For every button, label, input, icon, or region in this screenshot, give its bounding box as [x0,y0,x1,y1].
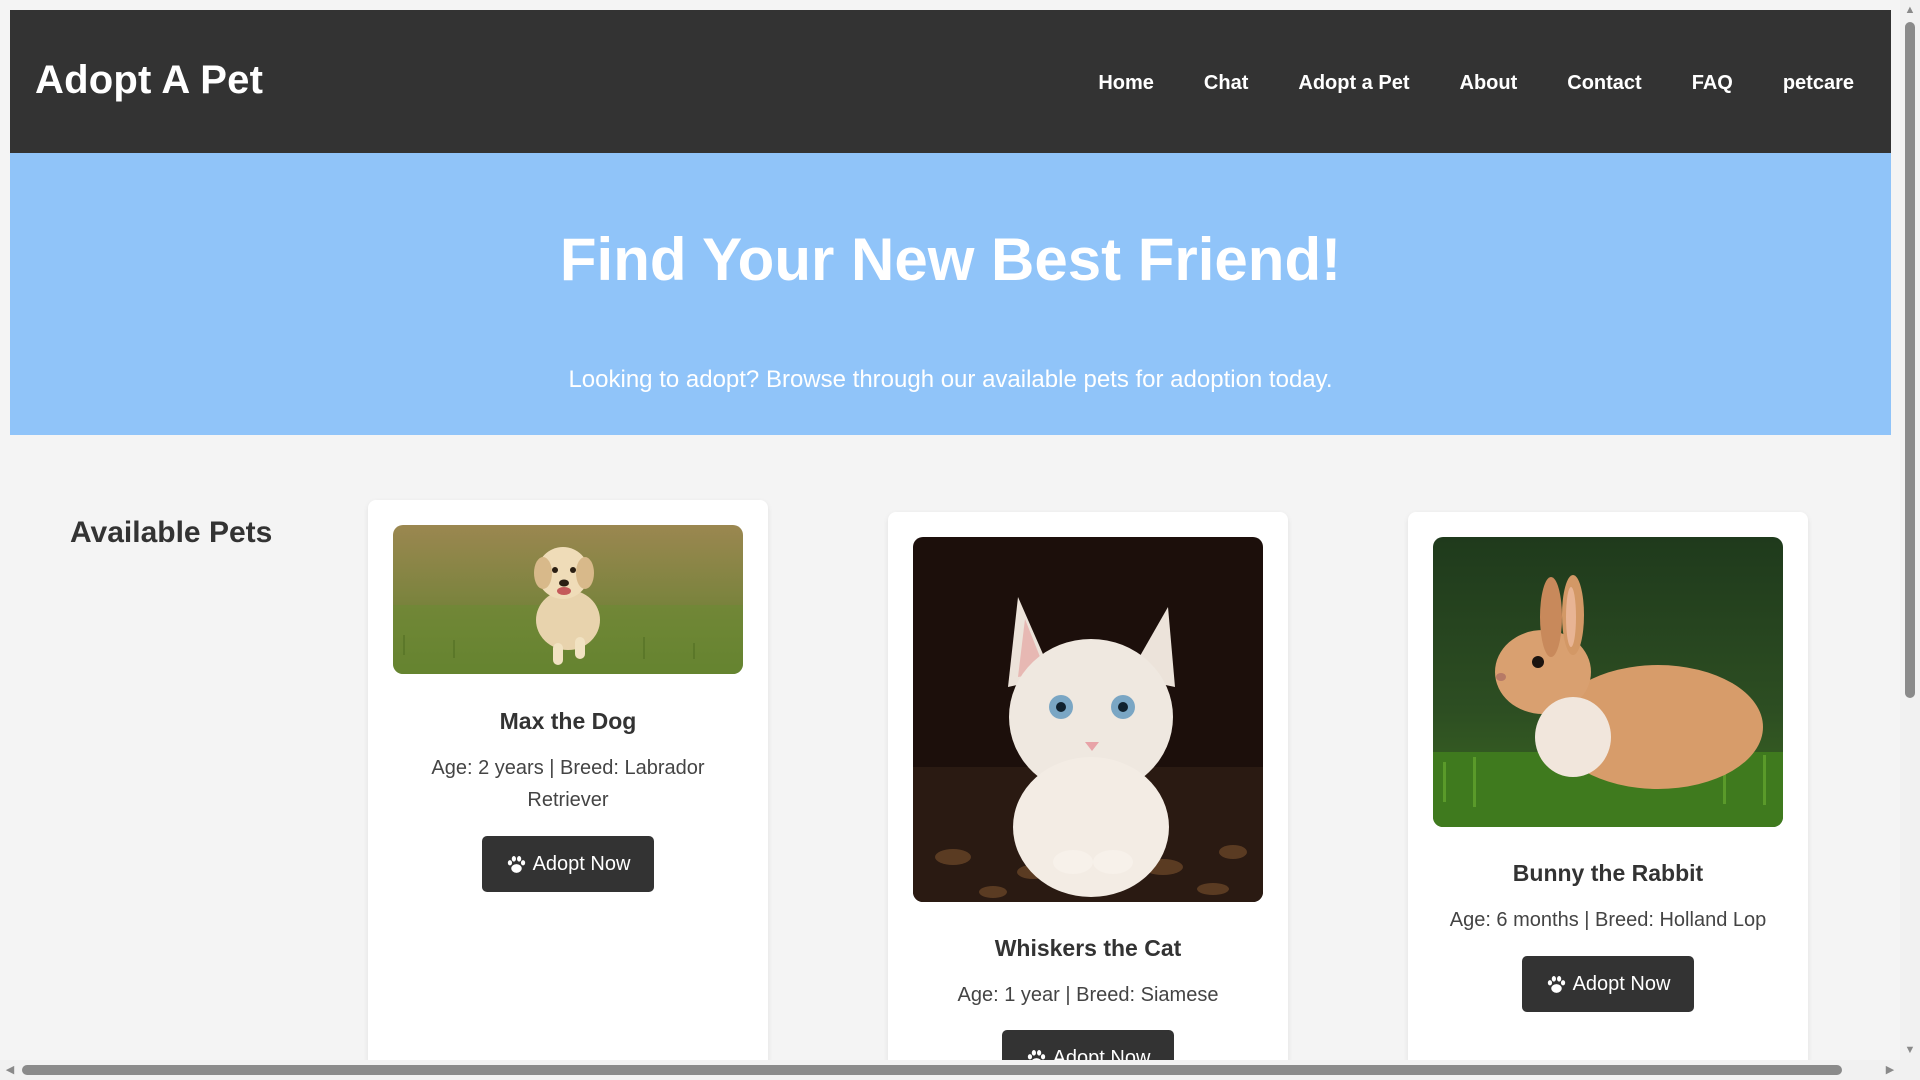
adopt-now-button[interactable]: Adopt Now [1522,956,1694,1012]
nav-petcare-link[interactable]: petcare [1783,72,1854,95]
paw-icon [507,855,525,873]
site-logo[interactable]: Adopt A Pet [35,58,263,103]
pet-name: Bunny the Rabbit [1512,860,1704,886]
scroll-right-arrow-icon[interactable]: ▶ [1884,1064,1896,1076]
nav-home-link[interactable]: Home [1098,72,1154,95]
vertical-scroll-thumb[interactable] [1905,22,1915,698]
paw-icon [1027,1049,1045,1060]
nav-chat-link[interactable]: Chat [1204,72,1248,95]
pet-name: Whiskers the Cat [994,935,1182,961]
pet-card-bunny: Bunny the Rabbit Age: 6 months | Breed: … [1408,512,1808,1060]
site-header: Adopt A Pet Home Chat Adopt a Pet About … [10,10,1891,153]
nav-contact-link[interactable]: Contact [1567,72,1641,95]
available-pets-heading: Available Pets [70,516,273,549]
adopt-now-label: Adopt Now [1052,1046,1151,1061]
rabbit-photo [1433,537,1783,827]
adopt-now-label: Adopt Now [532,852,631,875]
cat-photo [913,537,1263,902]
main-nav: Home Chat Adopt a Pet About Contact FAQ … [1048,72,1854,95]
scroll-up-arrow-icon[interactable]: ▲ [1904,4,1916,16]
pet-card-whiskers: Whiskers the Cat Age: 1 year | Breed: Si… [888,512,1288,1060]
scroll-left-arrow-icon[interactable]: ◀ [4,1064,16,1076]
hero-title: Find Your New Best Friend! [559,226,1342,293]
horizontal-scrollbar[interactable]: ◀ ▶ [0,1060,1900,1080]
pet-card-max: Max the Dog Age: 2 years | Breed: Labrad… [368,500,768,1060]
pet-name: Max the Dog [499,708,637,734]
nav-faq-link[interactable]: FAQ [1692,72,1733,95]
hero-subtitle: Looking to adopt? Browse through our ava… [568,366,1333,393]
scroll-down-arrow-icon[interactable]: ▼ [1904,1044,1916,1056]
browser-viewport: Adopt A Pet Home Chat Adopt a Pet About … [0,0,1900,1060]
adopt-now-label: Adopt Now [1572,972,1671,995]
pet-info: Age: 6 months | Breed: Holland Lop [1449,909,1767,931]
vertical-scrollbar[interactable]: ▲ ▼ [1900,0,1920,1080]
nav-about-link[interactable]: About [1460,72,1518,95]
hero-banner: Find Your New Best Friend! Looking to ad… [10,153,1891,435]
pet-info: Age: 2 years | Breed: Labrador Retriever [431,757,705,811]
pet-info: Age: 1 year | Breed: Siamese [957,984,1219,1006]
top-strip [0,0,1900,10]
horizontal-scroll-thumb[interactable] [22,1065,1842,1075]
dog-photo [393,525,743,674]
paw-icon [1547,975,1565,993]
adopt-now-button[interactable]: Adopt Now [1002,1030,1174,1060]
adopt-now-button[interactable]: Adopt Now [482,836,654,892]
scrollbar-corner [1900,1060,1920,1080]
nav-adopt-link[interactable]: Adopt a Pet [1298,72,1409,95]
